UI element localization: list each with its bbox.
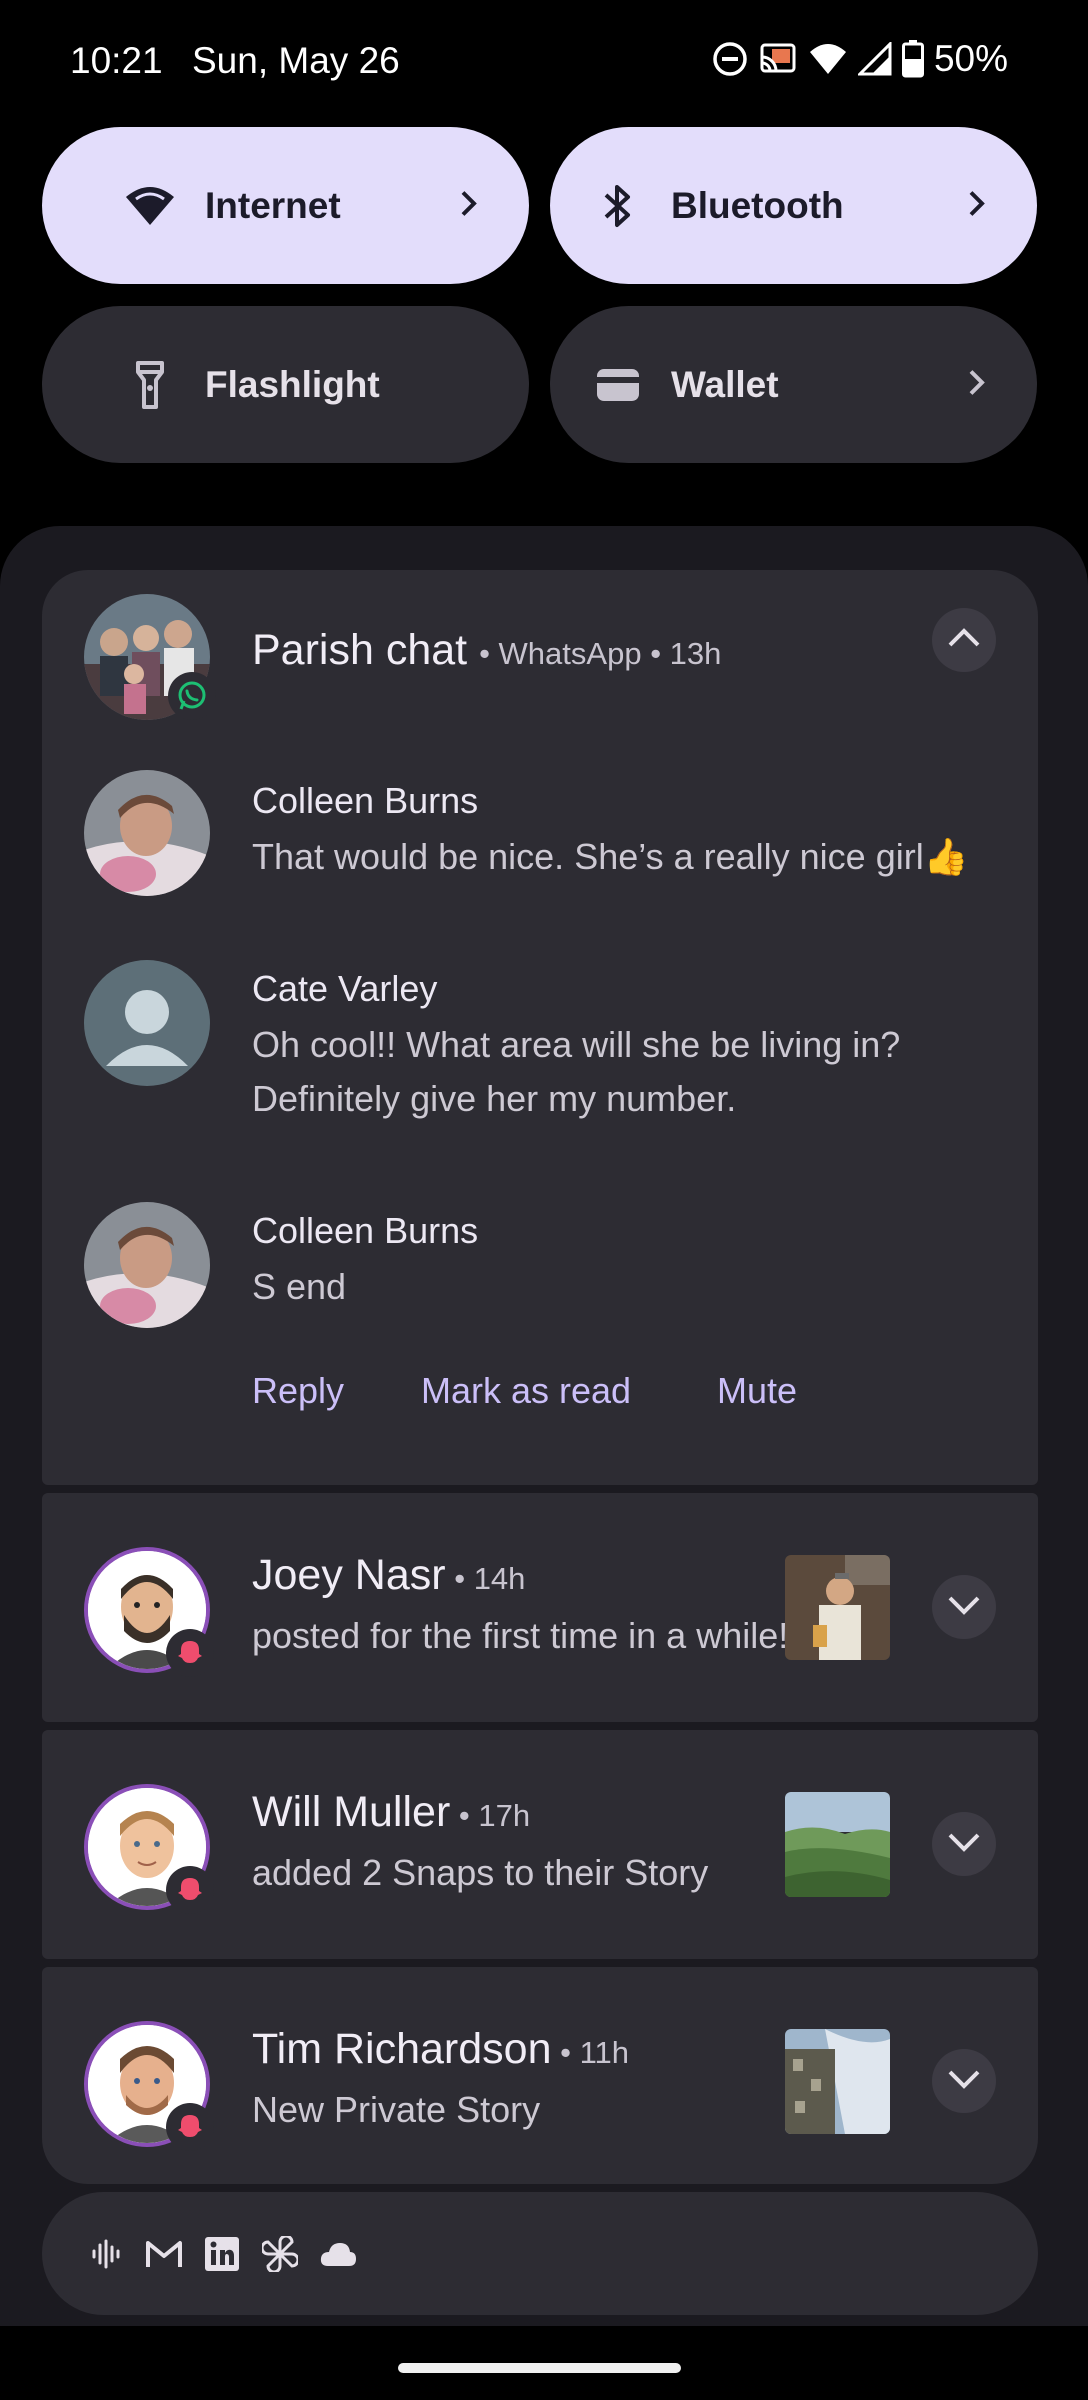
snapchat-notification[interactable]: Tim Richardson • 11h New Private Story [42,1967,1038,2184]
whatsapp-notification[interactable]: Parish chat • WhatsApp • 13h Colleen Bur… [42,570,1038,1485]
chevron-right-icon [967,368,987,401]
mute-button[interactable]: Mute [717,1370,797,1412]
gmail-icon [144,2234,184,2274]
tile-bluetooth-label: Bluetooth [671,184,844,226]
chevron-up-icon [947,627,981,654]
sender-name: Joey Nasr [252,1551,446,1599]
message-sender: Colleen Burns [252,1210,479,1251]
timestamp: 13h [669,636,722,671]
bluetooth-icon [590,178,646,234]
cell-signal-icon [857,42,892,76]
expand-button[interactable] [932,1812,996,1876]
conversation-title: Parish chat [252,626,468,674]
app-name: WhatsApp [498,636,642,671]
tile-wallet[interactable]: Wallet [550,306,1037,463]
tile-internet[interactable]: Internet [42,127,529,284]
message-text: That would be nice. She’s a really nice … [252,836,969,877]
sender-name: Tim Richardson [252,2025,552,2073]
tile-flashlight-label: Flashlight [205,363,380,405]
silent-notifications-bar[interactable] [42,2192,1038,2315]
notification-title: Will Muller • 17h [252,1788,531,1836]
story-thumbnail [785,1555,890,1660]
sender-avatar [84,770,210,896]
timestamp: 14h [473,1561,526,1596]
whatsapp-icon [168,672,216,720]
chevron-down-icon [947,1831,981,1858]
conversation-header: Parish chat • WhatsApp • 13h [252,626,722,674]
snapchat-notification[interactable]: Joey Nasr • 14h posted for the first tim… [42,1493,1038,1722]
linkedin-icon [202,2234,242,2274]
wifi-icon [122,178,178,234]
status-icons: 50% [712,38,1008,80]
message-text: S end [252,1266,347,1307]
snapchat-icon [166,1866,214,1914]
cast-icon [758,41,798,77]
reply-button[interactable]: Reply [252,1370,344,1412]
chevron-down-icon [947,1594,981,1621]
tile-internet-label: Internet [205,184,341,226]
snapchat-notification[interactable]: Will Muller • 17h added 2 Snaps to their… [42,1730,1038,1959]
mark-as-read-button[interactable]: Mark as read [421,1370,631,1412]
notification-title: Tim Richardson • 11h [252,2025,630,2073]
default-avatar-icon [84,960,210,1086]
battery-icon [901,40,924,78]
timestamp: 11h [579,2035,630,2070]
message-text: Oh cool!! What area will she be living i… [252,1024,901,1119]
story-thumbnail [785,1792,890,1897]
message-sender: Cate Varley [252,968,438,1009]
snapchat-icon [166,2103,214,2151]
wallet-icon [590,357,646,413]
chevron-right-icon [967,189,987,222]
tile-bluetooth[interactable]: Bluetooth [550,127,1037,284]
sound-wave-icon [86,2234,126,2274]
do-not-disturb-icon [712,41,748,77]
story-thumbnail [785,2029,890,2134]
date: Sun, May 26 [192,40,400,81]
snapchat-icon [166,1629,214,1677]
navigation-handle[interactable] [398,2363,681,2373]
chevron-down-icon [947,2068,981,2095]
sender-avatar [84,1202,210,1328]
notification-text: added 2 Snaps to their Story [252,1852,709,1893]
message-sender: Colleen Burns [252,780,479,821]
notification-text: posted for the first time in a while! [252,1615,789,1656]
battery-percent: 50% [933,38,1008,79]
collapse-button[interactable] [932,608,996,672]
expand-button[interactable] [932,2049,996,2113]
clock: 10:21 [70,40,163,81]
cloud-icon [318,2234,358,2274]
notification-title: Joey Nasr • 14h [252,1551,526,1599]
sender-name: Will Muller [252,1788,451,1836]
pinwheel-icon [260,2234,300,2274]
tile-wallet-label: Wallet [671,363,779,405]
notification-text: New Private Story [252,2089,541,2130]
expand-button[interactable] [932,1575,996,1639]
tile-flashlight[interactable]: Flashlight [42,306,529,463]
timestamp: 17h [478,1798,531,1833]
flashlight-icon [122,357,178,413]
chevron-right-icon [459,189,479,222]
wifi-icon [808,42,848,76]
status-bar: 10:21 Sun, May 26 50% [0,0,1088,126]
